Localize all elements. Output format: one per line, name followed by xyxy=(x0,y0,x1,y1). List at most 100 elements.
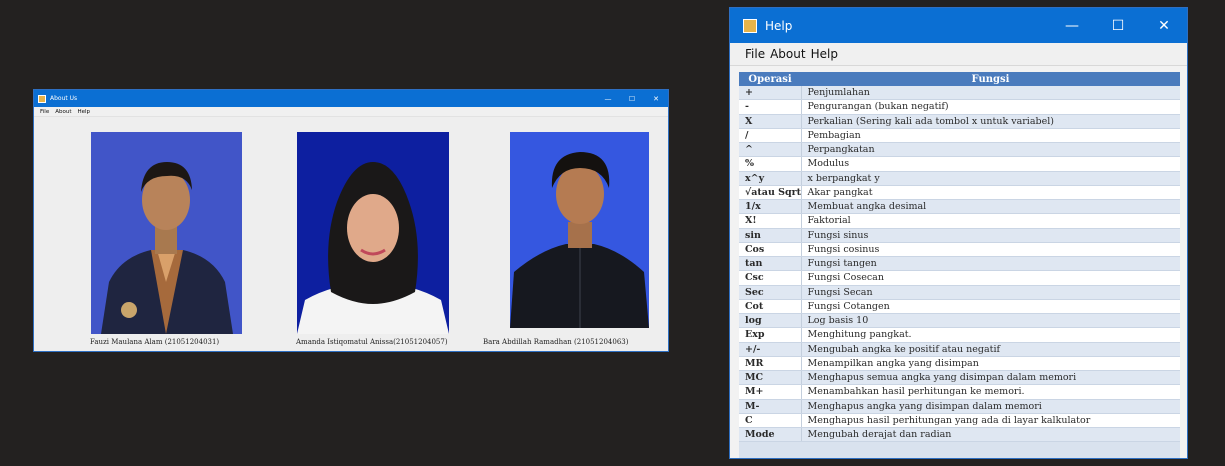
maximize-button[interactable]: ☐ xyxy=(1095,8,1141,43)
table-row: % Modulus xyxy=(739,156,1180,172)
table-row: 1/x Membuat angka desimal xyxy=(739,199,1180,215)
function-cell: Menghapus angka yang disimpan dalam memo… xyxy=(801,399,1180,414)
function-cell: Pengurangan (bukan negatif) xyxy=(801,99,1180,115)
operation-cell: √atau Sqrt xyxy=(739,185,802,201)
operation-cell: Cot xyxy=(739,299,802,315)
function-cell: Fungsi tangen xyxy=(801,256,1180,272)
function-cell: Mengubah derajat dan radian xyxy=(801,427,1180,443)
operation-cell: + xyxy=(739,86,802,101)
operation-cell: C xyxy=(739,413,802,429)
table-row: MC Menghapus semua angka yang disimpan da… xyxy=(739,370,1180,386)
operation-cell: ^ xyxy=(739,142,802,158)
table-row: Sec Fungsi Secan xyxy=(739,285,1180,300)
table-row: M+ Menambahkan hasil perhitungan ke memor… xyxy=(739,384,1180,400)
about-menubar: File About Help xyxy=(34,107,668,117)
table-row: x^y x berpangkat y xyxy=(739,171,1180,186)
close-button[interactable]: ✕ xyxy=(644,90,668,107)
function-cell: Fungsi sinus xyxy=(801,228,1180,243)
operation-cell: X xyxy=(739,114,802,129)
table-row: sin Fungsi sinus xyxy=(739,228,1180,243)
function-cell: Faktorial xyxy=(801,213,1180,229)
member-caption-2: Amanda Istiqomatul Anissa(21051204057) xyxy=(296,338,448,346)
table-row: tan Fungsi tangen xyxy=(739,256,1180,272)
operation-cell: M- xyxy=(739,399,802,414)
help-table-body: + Penjumlahan - Pengurangan (bukan negatif)… xyxy=(739,86,1180,443)
function-cell: Menghitung pangkat. xyxy=(801,327,1180,343)
table-row: / Pembagian xyxy=(739,128,1180,144)
operation-cell: Exp xyxy=(739,327,802,343)
operation-cell: X! xyxy=(739,213,802,229)
about-window: About Us — ☐ ✕ File About Help Fauzi Mau… xyxy=(33,89,669,352)
table-row: +/- Mengubah angka ke positif atau negati… xyxy=(739,342,1180,357)
operation-cell: MR xyxy=(739,356,802,372)
menu-file[interactable]: File xyxy=(40,109,49,115)
operation-cell: Sec xyxy=(739,285,802,300)
menu-about[interactable]: About xyxy=(55,109,71,115)
function-cell: Menambahkan hasil perhitungan ke memori. xyxy=(801,384,1180,400)
table-row: X Perkalian (Sering kali ada tombol x unt… xyxy=(739,114,1180,129)
operation-cell: sin xyxy=(739,228,802,243)
table-row: log Log basis 10 xyxy=(739,313,1180,329)
function-cell: Perkalian (Sering kali ada tombol x untu… xyxy=(801,114,1180,129)
operation-cell: 1/x xyxy=(739,199,802,215)
table-row: Csc Fungsi Cosecan xyxy=(739,270,1180,286)
function-cell: Menghapus semua angka yang disimpan dala… xyxy=(801,370,1180,386)
minimize-button[interactable]: — xyxy=(1049,8,1095,43)
function-cell: Menghapus hasil perhitungan yang ada di … xyxy=(801,413,1180,429)
function-cell: Pembagian xyxy=(801,128,1180,144)
operation-cell: x^y xyxy=(739,171,802,186)
operation-cell: +/- xyxy=(739,342,802,357)
help-titlebar[interactable]: Help — ☐ ✕ xyxy=(730,8,1187,43)
help-window: Help — ☐ ✕ File About Help Operasi Fungs… xyxy=(729,7,1188,459)
table-row: + Penjumlahan xyxy=(739,86,1180,101)
function-cell: Penjumlahan xyxy=(801,86,1180,101)
operation-cell: MC xyxy=(739,370,802,386)
operation-cell: tan xyxy=(739,256,802,272)
table-row: Cot Fungsi Cotangen xyxy=(739,299,1180,315)
java-app-icon xyxy=(38,94,46,103)
function-cell: Fungsi Secan xyxy=(801,285,1180,300)
menu-help[interactable]: Help xyxy=(811,47,838,61)
maximize-button[interactable]: ☐ xyxy=(620,90,644,107)
help-menubar: File About Help xyxy=(730,43,1187,66)
function-cell: Menampilkan angka yang disimpan xyxy=(801,356,1180,372)
table-row: X! Faktorial xyxy=(739,213,1180,229)
operation-cell: Csc xyxy=(739,270,802,286)
minimize-button[interactable]: — xyxy=(596,90,620,107)
function-cell: Fungsi cosinus xyxy=(801,242,1180,258)
operation-cell: Cos xyxy=(739,242,802,258)
member-caption-1: Fauzi Maulana Alam (21051204031) xyxy=(90,338,220,346)
member-photo-3 xyxy=(510,132,649,328)
function-cell: Membuat angka desimal xyxy=(801,199,1180,215)
java-app-icon xyxy=(743,18,757,33)
table-row: M- Menghapus angka yang disimpan dalam me… xyxy=(739,399,1180,414)
help-operations-table: Operasi Fungsi + Penjumlahan - Pengurangan … xyxy=(739,72,1180,443)
function-cell: Akar pangkat xyxy=(801,185,1180,201)
function-cell: Mengubah angka ke positif atau negatif xyxy=(801,342,1180,357)
menu-file[interactable]: File xyxy=(745,47,765,61)
table-row: Exp Menghitung pangkat. xyxy=(739,327,1180,343)
close-button[interactable]: ✕ xyxy=(1141,8,1187,43)
function-cell: Perpangkatan xyxy=(801,142,1180,158)
menu-help[interactable]: Help xyxy=(77,109,90,115)
operation-cell: % xyxy=(739,156,802,172)
table-row: ^ Perpangkatan xyxy=(739,142,1180,158)
table-row: C Menghapus hasil perhitungan yang ada di… xyxy=(739,413,1180,429)
operation-cell: M+ xyxy=(739,384,802,400)
column-header-operasi: Operasi xyxy=(739,72,801,86)
member-photo-1 xyxy=(91,132,242,334)
about-window-title: About Us xyxy=(50,95,78,102)
operation-cell: / xyxy=(739,128,802,144)
operation-cell: log xyxy=(739,313,802,329)
about-titlebar[interactable]: About Us — ☐ ✕ xyxy=(34,90,668,107)
table-row: Cos Fungsi cosinus xyxy=(739,242,1180,258)
operation-cell: Mode xyxy=(739,427,802,443)
function-cell: Log basis 10 xyxy=(801,313,1180,329)
help-table-container: Operasi Fungsi + Penjumlahan - Pengurangan … xyxy=(739,72,1180,458)
table-row: Mode Mengubah derajat dan radian xyxy=(739,427,1180,443)
menu-about[interactable]: About xyxy=(770,47,805,61)
function-cell: Modulus xyxy=(801,156,1180,172)
table-row: - Pengurangan (bukan negatif) xyxy=(739,99,1180,115)
table-row: √atau Sqrt Akar pangkat xyxy=(739,185,1180,201)
member-caption-3: Bara Abdillah Ramadhan (21051204063) xyxy=(483,338,629,346)
